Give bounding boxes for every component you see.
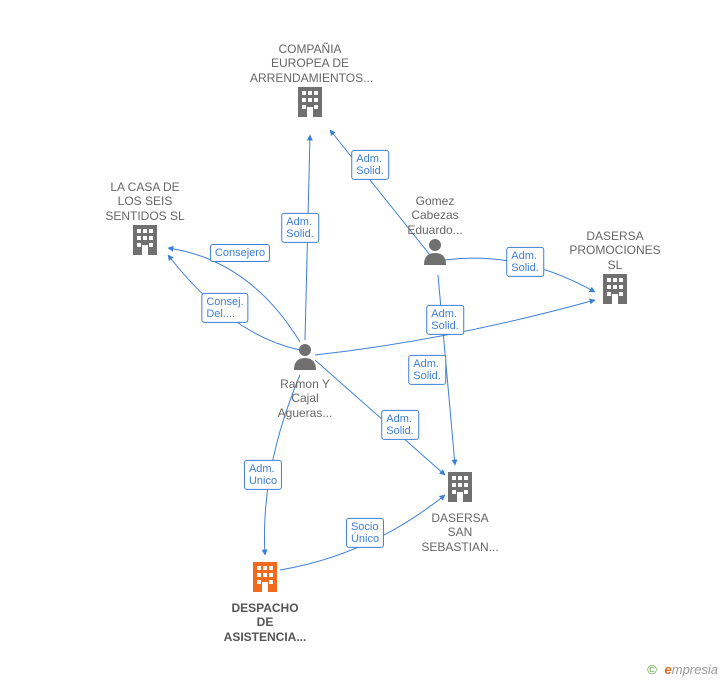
node-label: LA CASA DELOS SEISSENTIDOS SL bbox=[85, 180, 205, 223]
edge-label: Adm. Solid. bbox=[408, 355, 446, 385]
node-ramon[interactable]: Ramon YCajalAgueras... bbox=[245, 342, 365, 420]
node-label: Ramon YCajalAgueras... bbox=[245, 377, 365, 420]
edge-label: Adm. Solid. bbox=[281, 213, 319, 243]
node-label: DESPACHODEASISTENCIA... bbox=[205, 601, 325, 644]
edge-label: Adm. Solid. bbox=[506, 247, 544, 277]
diagram-canvas: Adm. Solid. Adm. Solid. Consejero Consej. D… bbox=[0, 0, 728, 685]
node-label: DASERSAPROMOCIONESSL bbox=[555, 229, 675, 272]
building-icon bbox=[130, 223, 160, 260]
node-label: DASERSASANSEBASTIAN... bbox=[400, 511, 520, 554]
node-label: COMPAÑIAEUROPEA DEARRENDAMIENTOS... bbox=[250, 42, 370, 85]
brand-text: empresia bbox=[665, 662, 718, 677]
person-icon bbox=[422, 237, 448, 268]
edge-label: Adm. Unico bbox=[244, 460, 282, 490]
node-label: GomezCabezasEduardo... bbox=[375, 194, 495, 237]
edge-label: Consejero bbox=[210, 244, 270, 262]
edge-label: Adm. Solid. bbox=[426, 305, 464, 335]
copyright-symbol: © bbox=[647, 662, 657, 677]
edge-label: Adm. Solid. bbox=[351, 150, 389, 180]
person-icon bbox=[292, 342, 318, 373]
building-icon bbox=[250, 560, 280, 597]
node-dasersa_prom[interactable]: DASERSAPROMOCIONESSL bbox=[555, 225, 675, 309]
building-icon bbox=[445, 470, 475, 507]
building-icon bbox=[600, 272, 630, 309]
building-icon bbox=[295, 85, 325, 122]
edge-label: Socio Único bbox=[346, 518, 384, 548]
node-gomez[interactable]: GomezCabezasEduardo... bbox=[375, 190, 495, 268]
edge-label: Adm. Solid. bbox=[381, 410, 419, 440]
watermark: © empresia bbox=[647, 662, 718, 677]
node-lacasa[interactable]: LA CASA DELOS SEISSENTIDOS SL bbox=[85, 176, 205, 260]
node-dasersa_san[interactable]: DASERSASANSEBASTIAN... bbox=[400, 470, 520, 554]
edge-label: Consej. Del.... bbox=[201, 293, 248, 323]
node-despacho[interactable]: DESPACHODEASISTENCIA... bbox=[205, 560, 325, 644]
node-compania[interactable]: COMPAÑIAEUROPEA DEARRENDAMIENTOS... bbox=[250, 38, 370, 122]
